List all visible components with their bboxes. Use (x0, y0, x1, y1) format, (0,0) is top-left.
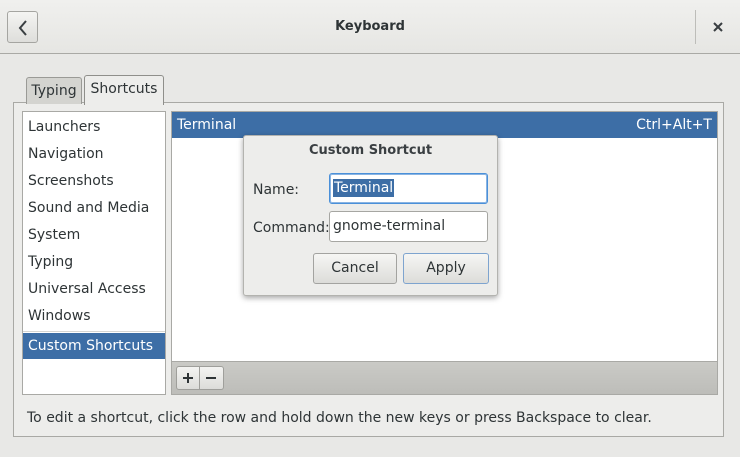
cancel-button[interactable]: Cancel (313, 253, 397, 284)
sidebar-item-windows[interactable]: Windows (23, 303, 165, 329)
tab-typing[interactable]: Typing (26, 77, 82, 104)
sidebar-item-screenshots[interactable]: Screenshots (23, 168, 165, 194)
shortcut-name: Terminal (177, 117, 237, 133)
sidebar-item-universal-access[interactable]: Universal Access (23, 276, 165, 302)
sidebar-item-custom-shortcuts[interactable]: Custom Shortcuts (23, 333, 165, 359)
remove-shortcut-button[interactable] (200, 366, 224, 390)
add-shortcut-button[interactable] (176, 366, 200, 390)
custom-shortcut-dialog: Custom Shortcut Name: Terminal Command: … (243, 135, 498, 296)
close-icon (713, 22, 723, 32)
shortcut-categories-list: Launchers Navigation Screenshots Sound a… (22, 111, 166, 395)
list-toolbar (171, 362, 718, 395)
command-label: Command: (253, 220, 330, 236)
header-separator (695, 10, 696, 44)
window-title: Keyboard (335, 19, 405, 34)
dialog-title: Custom Shortcut (308, 143, 433, 158)
sidebar-item-system[interactable]: System (23, 222, 165, 248)
header-bar: Keyboard (0, 0, 740, 54)
command-field-value: gnome-terminal (333, 218, 446, 234)
command-field[interactable]: gnome-terminal (329, 211, 488, 242)
name-label: Name: (253, 182, 300, 198)
sidebar-item-typing[interactable]: Typing (23, 249, 165, 275)
sidebar-item-launchers[interactable]: Launchers (23, 114, 165, 140)
name-field[interactable]: Terminal (329, 173, 488, 204)
close-button[interactable] (705, 14, 731, 40)
sidebar-item-navigation[interactable]: Navigation (23, 141, 165, 167)
help-text: To edit a shortcut, click the row and ho… (27, 410, 652, 426)
apply-button[interactable]: Apply (403, 253, 489, 284)
shortcut-accelerator: Ctrl+Alt+T (636, 117, 712, 133)
tab-shortcuts[interactable]: Shortcuts (84, 75, 164, 105)
minus-icon (206, 377, 216, 379)
sidebar-item-sound-and-media[interactable]: Sound and Media (23, 195, 165, 221)
sidebar-separator (23, 331, 165, 332)
name-field-value: Terminal (333, 179, 395, 197)
plus-icon (183, 373, 193, 383)
